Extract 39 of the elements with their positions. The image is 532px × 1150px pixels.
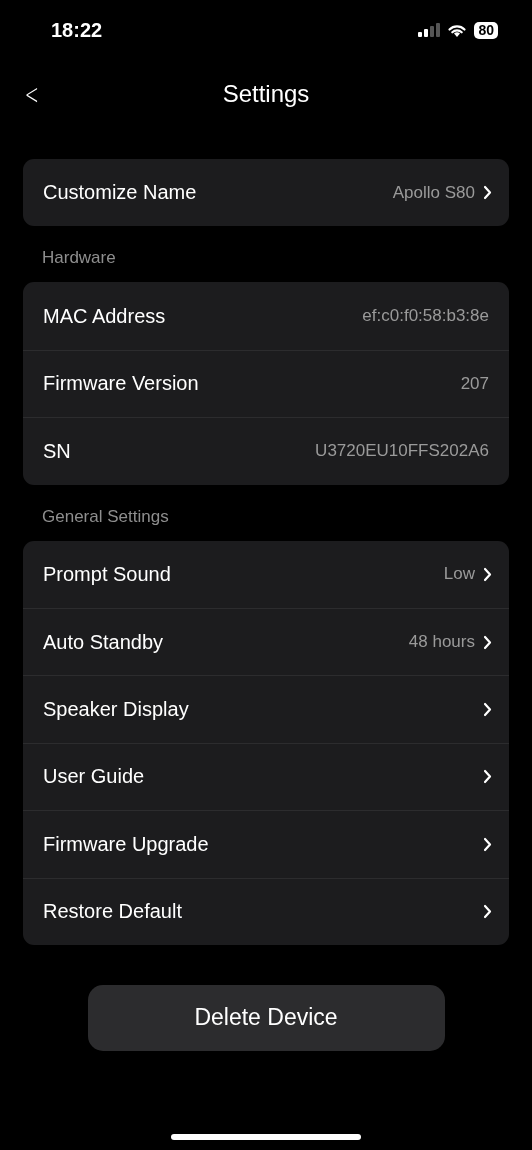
- settings-row[interactable]: User Guide: [23, 742, 509, 811]
- row-value: Low: [443, 564, 475, 585]
- row-label: Firmware Version: [43, 372, 199, 396]
- back-button[interactable]: <: [22, 77, 42, 111]
- signal-icon: [418, 23, 441, 37]
- chevron-right-icon: [483, 836, 492, 852]
- settings-row[interactable]: Customize Name Apollo S80: [23, 159, 509, 227]
- chevron-right-icon: [483, 185, 492, 201]
- chevron-right-icon: [483, 566, 492, 582]
- chevron-right-icon: [483, 904, 492, 920]
- row-value: 207: [460, 373, 489, 394]
- settings-row[interactable]: Auto Standby 48 hours: [23, 607, 509, 676]
- wifi-icon: [447, 22, 468, 38]
- battery-level: 80: [474, 21, 498, 39]
- row-label: Speaker Display: [43, 698, 189, 722]
- row-label: MAC Address: [43, 304, 166, 328]
- row-label: Auto Standby: [43, 630, 164, 654]
- row-value: 48 hours: [408, 632, 475, 653]
- settings-row[interactable]: Speaker Display: [23, 675, 509, 743]
- row-label: User Guide: [43, 765, 145, 789]
- row-label: Firmware Upgrade: [43, 832, 209, 856]
- delete-device-button[interactable]: Delete Device: [87, 984, 445, 1051]
- row-label: Customize Name: [43, 181, 197, 205]
- chevron-right-icon: [483, 702, 492, 718]
- chevron-right-icon: [483, 769, 492, 785]
- row-value: U3720EU10FFS202A6: [315, 441, 489, 462]
- row-label: SN: [43, 439, 71, 463]
- section-title: General Settings: [41, 505, 170, 528]
- chevron-right-icon: [483, 634, 492, 650]
- page-title: Settings: [222, 80, 310, 108]
- row-label: Restore Default: [43, 900, 182, 924]
- settings-row[interactable]: Firmware Upgrade: [23, 810, 509, 878]
- settings-row[interactable]: Prompt Sound Low: [23, 540, 509, 608]
- row-value: Apollo S80: [392, 182, 475, 203]
- row-value: ef:c0:f0:58:b3:8e: [362, 306, 489, 327]
- settings-row[interactable]: Restore Default: [23, 877, 509, 945]
- section-title: Hardware: [41, 247, 117, 270]
- row-label: Prompt Sound: [43, 562, 171, 586]
- status-time: 18:22: [51, 18, 103, 42]
